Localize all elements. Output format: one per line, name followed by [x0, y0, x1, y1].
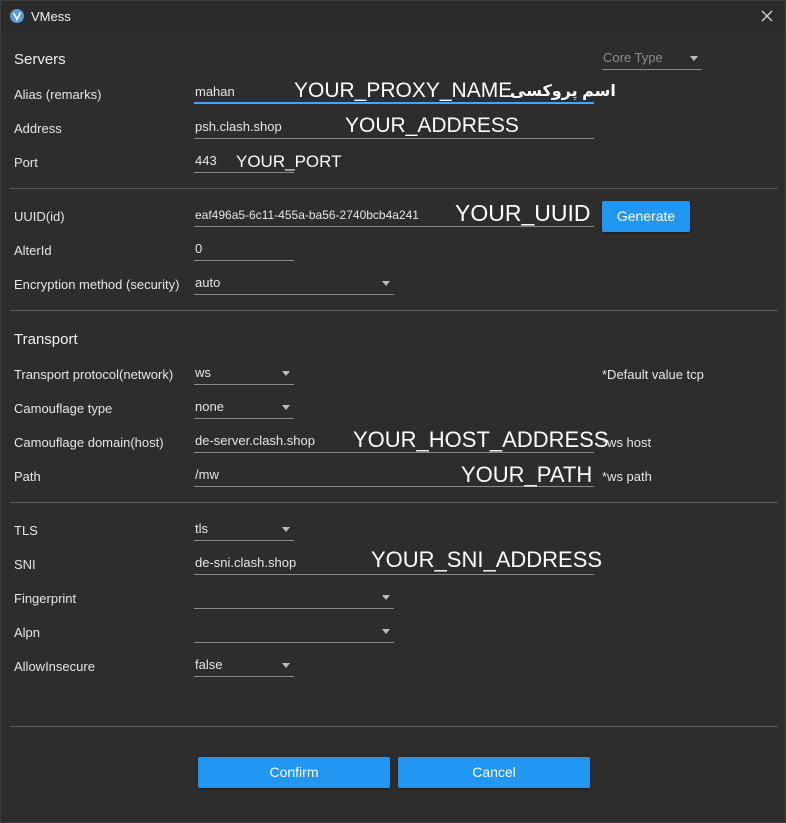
divider — [10, 188, 778, 189]
alpn-label: Alpn — [14, 625, 41, 640]
alias-value: mahan — [195, 84, 235, 99]
alterid-label: AlterId — [14, 243, 52, 258]
fingerprint-label: Fingerprint — [14, 591, 77, 606]
network-label: Transport protocol(network) — [14, 367, 174, 382]
host-hint: *ws host — [602, 435, 652, 450]
host-label: Camouflage domain(host) — [14, 435, 164, 450]
path-label: Path — [14, 469, 41, 484]
alias-overlay-persian: اسم پروکسی — [510, 83, 616, 100]
transport-section-title: Transport — [14, 331, 78, 348]
address-value: psh.clash.shop — [195, 119, 282, 134]
alpn-select[interactable] — [194, 619, 394, 643]
alias-overlay-text: YOUR_PROXY_NAME — [294, 79, 513, 102]
network-select[interactable]: ws — [194, 361, 294, 385]
alias-label: Alias (remarks) — [14, 87, 102, 102]
chevron-down-icon — [690, 56, 698, 61]
uuid-label: UUID(id) — [14, 209, 65, 224]
path-value: /mw — [195, 467, 219, 482]
chevron-down-icon — [382, 281, 390, 286]
address-label: Address — [14, 121, 62, 136]
alterid-value: 0 — [195, 241, 203, 256]
path-overlay-text: YOUR_PATH — [461, 462, 593, 487]
security-label: Encryption method (security) — [14, 277, 180, 292]
title-bar: VMess — [1, 1, 785, 32]
chevron-down-icon — [282, 663, 290, 668]
port-value: 443 — [195, 153, 217, 168]
allow-insecure-label: AllowInsecure — [14, 659, 95, 674]
allow-insecure-select[interactable]: false — [194, 653, 294, 677]
v2rayn-logo-icon — [10, 9, 24, 23]
chevron-down-icon — [282, 371, 290, 376]
camouflage-type-value: none — [195, 399, 224, 414]
tls-label: TLS — [14, 523, 38, 538]
security-value: auto — [195, 275, 221, 290]
chevron-down-icon — [382, 629, 390, 634]
network-value: ws — [195, 365, 211, 380]
servers-section-title: Servers — [14, 51, 66, 68]
cancel-button[interactable]: Cancel — [398, 757, 590, 788]
alterid-input[interactable]: 0 — [194, 237, 294, 261]
chevron-down-icon — [282, 527, 290, 532]
host-value: de-server.clash.shop — [195, 433, 315, 448]
sni-overlay-text: YOUR_SNI_ADDRESS — [371, 547, 603, 572]
port-label: Port — [14, 155, 38, 170]
camouflage-type-select[interactable]: none — [194, 395, 294, 419]
core-type-select[interactable]: Core Type — [602, 46, 702, 70]
divider — [10, 726, 778, 727]
chevron-down-icon — [382, 595, 390, 600]
host-overlay-text: YOUR_HOST_ADDRESS — [353, 427, 609, 452]
tls-value: tls — [195, 521, 208, 536]
camouflage-type-label: Camouflage type — [14, 401, 113, 416]
port-overlay-text: YOUR_PORT — [236, 152, 342, 171]
allow-insecure-value: false — [195, 657, 223, 672]
close-button[interactable] — [755, 5, 779, 27]
window-title: VMess — [31, 9, 71, 24]
uuid-value: eaf496a5-6c11-455a-ba56-2740bcb4a241 — [195, 208, 419, 222]
divider — [10, 310, 778, 311]
tls-select[interactable]: tls — [194, 517, 294, 541]
path-hint: *ws path — [602, 469, 652, 484]
sni-value: de-sni.clash.shop — [195, 555, 297, 570]
chevron-down-icon — [282, 405, 290, 410]
core-type-placeholder: Core Type — [603, 50, 663, 65]
uuid-overlay-text: YOUR_UUID — [455, 200, 591, 226]
generate-button[interactable]: Generate — [602, 201, 690, 232]
confirm-button[interactable]: Confirm — [198, 757, 390, 788]
network-hint: *Default value tcp — [602, 367, 704, 382]
security-select[interactable]: auto — [194, 271, 394, 295]
address-overlay-text: YOUR_ADDRESS — [345, 114, 519, 137]
fingerprint-select[interactable] — [194, 585, 394, 609]
vmess-dialog: VMess Servers Core Type Alias (remarks) … — [0, 0, 786, 823]
divider — [10, 502, 778, 503]
close-icon — [761, 10, 773, 22]
sni-label: SNI — [14, 557, 36, 572]
